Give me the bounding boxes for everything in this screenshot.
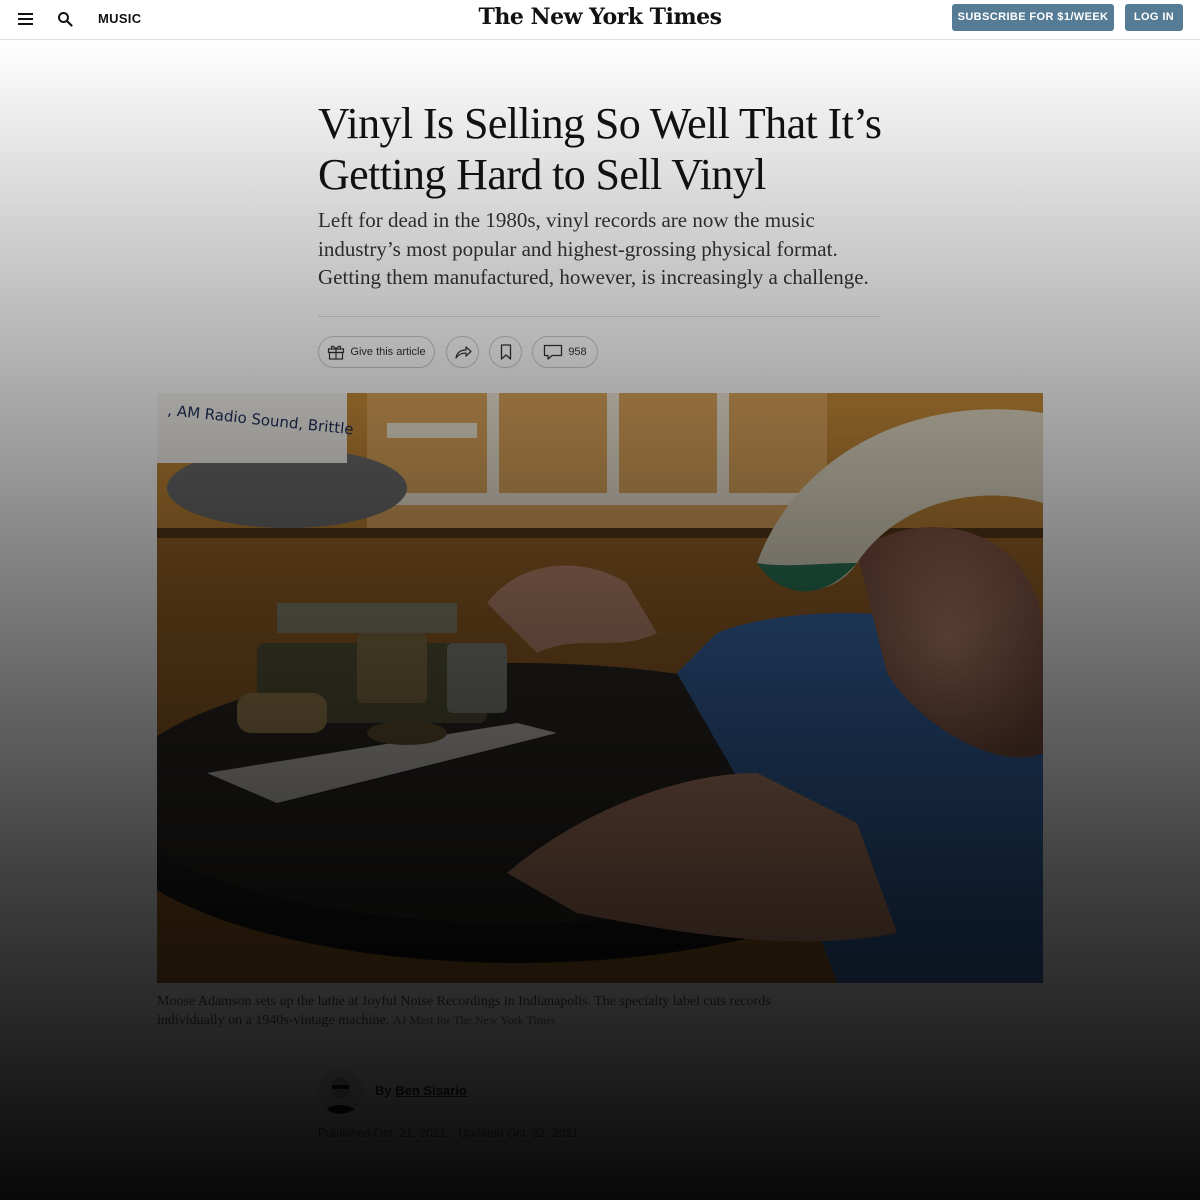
gift-article-button[interactable]: Give this article (318, 336, 435, 368)
updated-date: Updated Oct. 22, 2021 (458, 1126, 579, 1140)
save-button[interactable] (489, 336, 522, 368)
comments-button[interactable]: 958 (532, 336, 598, 368)
gift-icon (328, 345, 345, 360)
article-headline: Vinyl Is Selling So Well That It’s Getti… (318, 99, 882, 199)
lead-photo[interactable]: , AM Radio Sound, Brittle (157, 393, 1043, 983)
bookmark-icon (500, 344, 511, 360)
share-icon (454, 346, 472, 359)
gift-article-label: Give this article (350, 346, 426, 358)
author-link[interactable]: Ben Sisario (395, 1083, 467, 1098)
author-portrait (318, 1069, 363, 1114)
byline: By Ben Sisario (375, 1083, 467, 1098)
site-header: MUSIC The New York Times SUBSCRIBE FOR $… (0, 0, 1200, 40)
record-lathe-illustration: , AM Radio Sound, Brittle (157, 393, 1043, 983)
photo-caption: Moose Adamson sets up the lathe at Joyfu… (157, 992, 807, 1030)
login-button[interactable]: LOG IN (1125, 4, 1183, 31)
comment-icon (544, 344, 563, 360)
photo-credit: AJ Mast for The New York Times (393, 1013, 556, 1027)
article-dates: Published Oct. 21, 2021 Updated Oct. 22, … (318, 1126, 579, 1140)
article-summary: Left for dead in the 1980s, vinyl record… (318, 208, 869, 289)
share-button[interactable] (446, 336, 479, 368)
author-avatar[interactable] (318, 1069, 363, 1114)
subscribe-button[interactable]: SUBSCRIBE FOR $1/WEEK (952, 4, 1114, 31)
published-date: Published Oct. 21, 2021 (318, 1126, 447, 1140)
divider (318, 316, 880, 317)
comment-count: 958 (568, 346, 587, 358)
byline-prefix: By (375, 1083, 392, 1098)
